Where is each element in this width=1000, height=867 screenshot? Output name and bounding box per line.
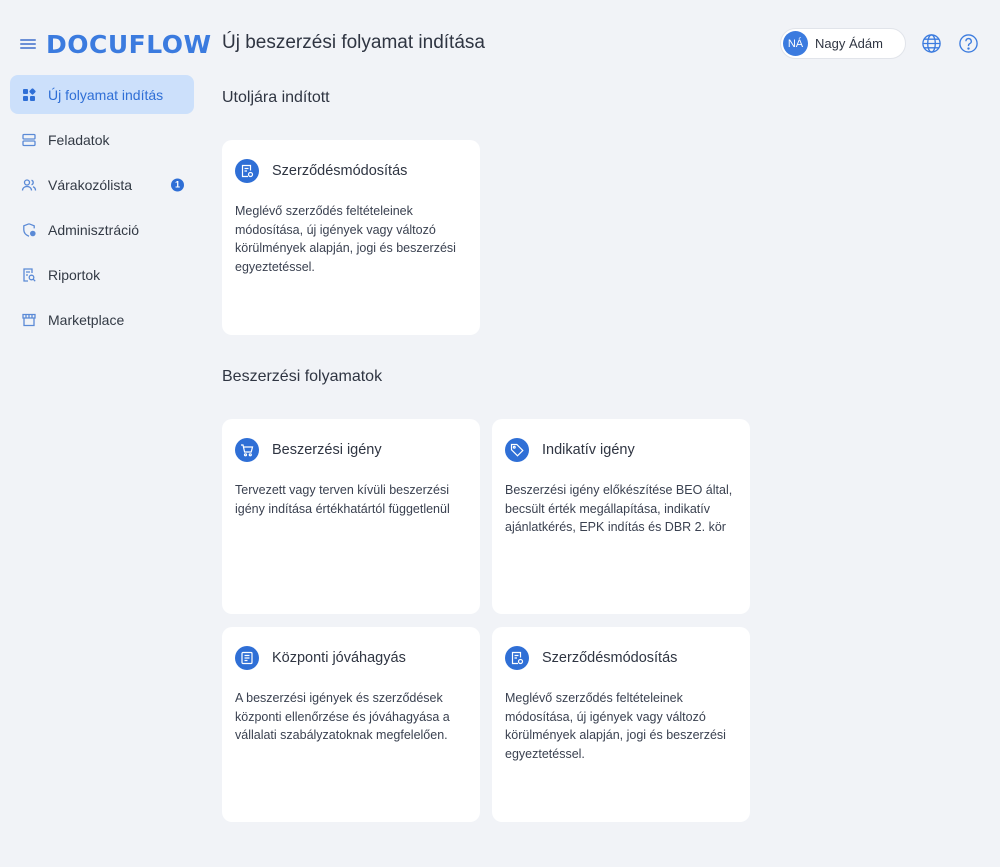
sidebar-item-reports[interactable]: Riportok: [10, 255, 194, 294]
card-title: Szerződésmódosítás: [272, 163, 408, 179]
process-card-central-approval[interactable]: Központi jóváhagyás A beszerzési igények…: [222, 627, 480, 822]
sidebar-item-label: Marketplace: [48, 311, 125, 328]
cart-icon: [235, 438, 259, 462]
user-menu[interactable]: NÁ Nagy Ádám: [780, 28, 906, 59]
sidebar-item-label: Új folyamat indítás: [48, 86, 164, 103]
avatar: NÁ: [783, 31, 808, 56]
users-icon: [21, 177, 37, 193]
sidebar-item-new-process[interactable]: Új folyamat indítás: [10, 75, 194, 114]
sidebar-item-waitlist[interactable]: Várakozólista 1: [10, 165, 194, 204]
globe-icon[interactable]: [921, 33, 942, 54]
card-title: Indikatív igény: [542, 442, 635, 458]
sidebar: DOCUFLOW Új folyamat indítás Feladatok V…: [0, 0, 211, 867]
card-description: Beszerzési igény előkészítése BEO által,…: [505, 483, 733, 535]
card-description: Meglévő szerződés feltételeinek módosítá…: [505, 691, 726, 761]
sidebar-nav: Új folyamat indítás Feladatok Várakozóli…: [10, 75, 194, 345]
approval-doc-icon: [235, 646, 259, 670]
process-card-contract-modification[interactable]: Szerződésmódosítás Meglévő szerződés fel…: [492, 627, 750, 822]
card-description: Meglévő szerződés feltételeinek módosítá…: [235, 204, 456, 274]
card-description: A beszerzési igények és szerződések közp…: [235, 691, 450, 743]
sidebar-item-label: Feladatok: [48, 131, 110, 148]
process-card-indicative-request[interactable]: Indikatív igény Beszerzési igény előkész…: [492, 419, 750, 614]
menu-icon[interactable]: [20, 37, 36, 51]
store-icon: [21, 312, 37, 328]
sidebar-item-administration[interactable]: Adminisztráció: [10, 210, 194, 249]
waitlist-count-badge: 1: [171, 178, 184, 191]
tag-icon: [505, 438, 529, 462]
card-title: Beszerzési igény: [272, 442, 382, 458]
contract-edit-icon: [235, 159, 259, 183]
card-title: Szerződésmódosítás: [542, 650, 678, 666]
shield-lock-icon: [21, 222, 37, 238]
help-icon[interactable]: [958, 33, 979, 54]
sidebar-item-label: Adminisztráció: [48, 221, 140, 238]
card-description: Tervezett vagy terven kívüli beszerzési …: [235, 483, 450, 516]
server-icon: [21, 132, 37, 148]
recent-card-contract-modification[interactable]: Szerződésmódosítás Meglévő szerződés fel…: [222, 140, 480, 335]
grid-icon: [21, 87, 37, 103]
sidebar-item-label: Várakozólista: [48, 176, 133, 193]
brand-row: DOCUFLOW: [20, 28, 212, 60]
processes-section-title: Beszerzési folyamatok: [222, 368, 383, 385]
sidebar-item-label: Riportok: [48, 266, 101, 283]
logo[interactable]: DOCUFLOW: [46, 30, 212, 59]
contract-edit-icon: [505, 646, 529, 670]
user-name: Nagy Ádám: [815, 36, 883, 51]
report-search-icon: [21, 267, 37, 283]
page-title: Új beszerzési folyamat indítása: [222, 32, 485, 53]
process-card-procurement-request[interactable]: Beszerzési igény Tervezett vagy terven k…: [222, 419, 480, 614]
sidebar-item-tasks[interactable]: Feladatok: [10, 120, 194, 159]
card-title: Központi jóváhagyás: [272, 650, 406, 666]
sidebar-item-marketplace[interactable]: Marketplace: [10, 300, 194, 339]
recent-section-title: Utoljára indított: [222, 89, 330, 106]
